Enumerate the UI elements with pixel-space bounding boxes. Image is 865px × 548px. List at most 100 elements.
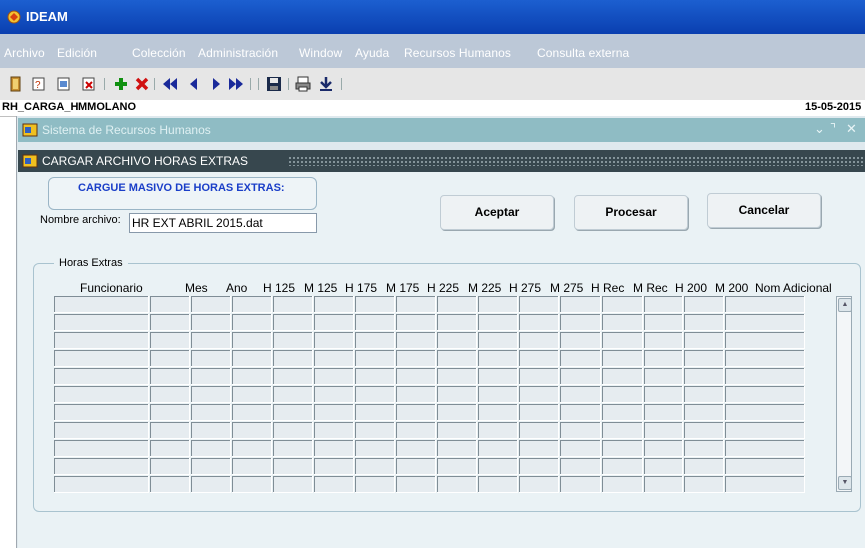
grid-cell[interactable] [560,386,601,403]
grid-cell[interactable] [232,386,272,403]
grid-cell[interactable] [273,458,313,475]
menu-ayuda[interactable]: Ayuda [355,46,389,60]
grid-cell[interactable] [437,404,477,421]
grid-cell[interactable] [273,314,313,331]
grid-cell[interactable] [437,314,477,331]
grid-cell[interactable] [150,332,190,349]
grid-cell[interactable] [519,458,559,475]
grid-cell[interactable] [355,476,395,493]
grid-cell[interactable] [725,404,805,421]
grid-cell[interactable] [602,314,643,331]
grid-cell[interactable] [519,314,559,331]
print-icon[interactable] [295,76,311,92]
grid-cell[interactable] [725,332,805,349]
grid-cell[interactable] [396,386,436,403]
grid-cell[interactable] [560,350,601,367]
grid-cell[interactable] [684,386,724,403]
grid-cell[interactable] [232,332,272,349]
grid-cell[interactable] [560,422,601,439]
save-icon[interactable] [266,76,282,92]
grid-cell[interactable] [273,440,313,457]
grid-cell[interactable] [725,422,805,439]
grid-cell[interactable] [273,368,313,385]
grid-cell[interactable] [150,296,190,313]
grid-cell[interactable] [602,422,643,439]
grid-cell[interactable] [478,422,518,439]
close-icon[interactable]: ✕ [846,121,857,137]
grid-cell[interactable] [437,332,477,349]
grid-cell[interactable] [560,404,601,421]
menu-coleccion[interactable]: Colección [132,46,186,60]
scroll-down-icon[interactable]: ▼ [838,476,852,490]
grid-cell[interactable] [644,332,683,349]
grid-cell[interactable] [191,404,231,421]
grid-cell[interactable] [437,350,477,367]
grid-cell[interactable] [602,458,643,475]
grid-cell[interactable] [437,386,477,403]
grid-cell[interactable] [191,368,231,385]
grid-cell[interactable] [519,368,559,385]
grid-cell[interactable] [644,368,683,385]
grid-cell[interactable] [232,350,272,367]
grid-cell[interactable] [54,440,149,457]
grid-cell[interactable] [437,440,477,457]
grid-cell[interactable] [437,476,477,493]
grid-cell[interactable] [437,422,477,439]
grid-cell[interactable] [232,296,272,313]
grid-cell[interactable] [232,314,272,331]
accept-button[interactable]: Aceptar [440,195,554,230]
grid-cell[interactable] [684,404,724,421]
grid-cell[interactable] [191,332,231,349]
grid-cell[interactable] [191,440,231,457]
grid-cell[interactable] [560,368,601,385]
first-record-icon[interactable] [162,76,178,92]
grid-cell[interactable] [602,476,643,493]
grid-cell[interactable] [232,458,272,475]
grid-cell[interactable] [150,440,190,457]
grid-cell[interactable] [314,458,354,475]
grid-cell[interactable] [644,440,683,457]
grid-cell[interactable] [273,296,313,313]
grid-cell[interactable] [150,314,190,331]
grid-cell[interactable] [150,458,190,475]
grid-cell[interactable] [396,476,436,493]
grid-cell[interactable] [684,350,724,367]
grid-cell[interactable] [519,350,559,367]
grid-cell[interactable] [54,476,149,493]
grid-cell[interactable] [644,404,683,421]
grid-cell[interactable] [355,296,395,313]
menu-administracion[interactable]: Administración [198,46,278,60]
grid-cell[interactable] [355,350,395,367]
grid-cell[interactable] [602,350,643,367]
grid-cell[interactable] [191,350,231,367]
grid-cell[interactable] [519,332,559,349]
grid-cell[interactable] [560,440,601,457]
menu-window[interactable]: Window [299,46,342,60]
insert-record-icon[interactable] [113,76,129,92]
grid-cell[interactable] [560,332,601,349]
scroll-up-icon[interactable]: ▲ [838,298,852,312]
maximize-icon[interactable]: ⌝ [830,121,836,137]
grid-cell[interactable] [355,440,395,457]
grid-cell[interactable] [602,404,643,421]
grid-cell[interactable] [437,458,477,475]
grid-cell[interactable] [725,458,805,475]
grid-cell[interactable] [355,404,395,421]
grid-cell[interactable] [314,296,354,313]
grid-cell[interactable] [602,296,643,313]
download-icon[interactable] [318,76,334,92]
grid-cell[interactable] [273,422,313,439]
grid-cell[interactable] [232,404,272,421]
delete-record-icon[interactable] [134,76,150,92]
execute-query-icon[interactable] [56,76,72,92]
process-button[interactable]: Procesar [574,195,688,230]
grid-cell[interactable] [519,296,559,313]
menu-edicion[interactable]: Edición [57,46,97,60]
grid-cell[interactable] [355,386,395,403]
grid-cell[interactable] [355,368,395,385]
grid-cell[interactable] [519,404,559,421]
grid-cell[interactable] [725,386,805,403]
grid-cell[interactable] [54,368,149,385]
grid-cell[interactable] [725,476,805,493]
grid-cell[interactable] [191,314,231,331]
